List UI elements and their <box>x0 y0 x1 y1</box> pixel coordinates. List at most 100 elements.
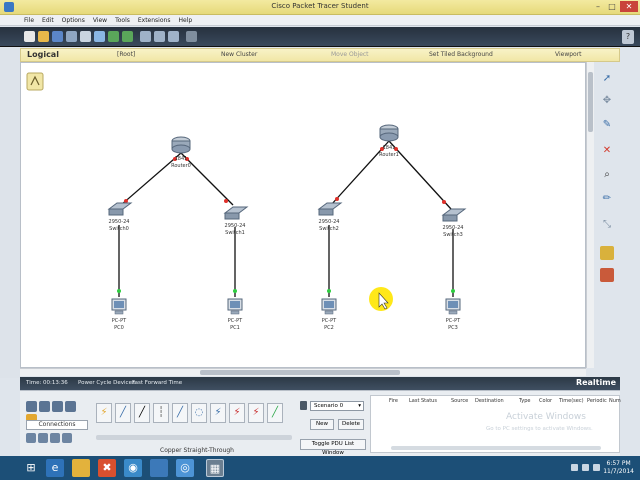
link-router0-switch0[interactable] <box>120 152 182 206</box>
info-icon[interactable]: ? <box>622 30 634 44</box>
chrome-icon[interactable]: ◎ <box>176 459 194 477</box>
resize-shape-icon[interactable]: ⤡ <box>600 218 614 232</box>
paste-icon[interactable] <box>108 31 119 42</box>
vertical-scroll-thumb[interactable] <box>588 72 593 132</box>
link-router1-switch2[interactable] <box>330 140 390 206</box>
menu-view[interactable]: View <box>93 15 107 25</box>
multiuser-category-icon[interactable] <box>62 433 72 443</box>
pc2-device[interactable]: PC-PT PC2 <box>321 298 337 331</box>
menu-edit[interactable]: Edit <box>42 15 54 25</box>
close-button[interactable]: ✕ <box>620 1 638 12</box>
delete-tool-icon[interactable]: ✕ <box>600 144 614 158</box>
activity-wizard-icon[interactable] <box>80 31 91 42</box>
switch0-device[interactable]: 2950-24 Switch0 <box>107 202 133 232</box>
print-icon[interactable] <box>66 31 77 42</box>
pdu-table-scrollbar[interactable] <box>391 446 601 450</box>
automatic-connection-icon[interactable]: ⚡ <box>96 403 112 423</box>
network-app-icon[interactable] <box>150 459 168 477</box>
place-note-icon[interactable]: ✎ <box>600 118 614 132</box>
cable-list-scrollbar[interactable] <box>96 435 292 440</box>
routers-category-icon[interactable] <box>26 401 37 412</box>
router1-device[interactable]: 1841 Router1 <box>379 124 399 158</box>
inspect-magnifier-icon[interactable]: ⌕ <box>600 168 614 182</box>
custom-devices-category-icon[interactable] <box>50 433 60 443</box>
workspace-horizontal-scrollbar[interactable] <box>20 368 586 376</box>
logical-mode-label[interactable]: Logical <box>27 50 59 59</box>
pc0-name-label: PC0 <box>114 325 124 331</box>
link-router0-switch1[interactable] <box>180 152 234 206</box>
new-cluster-button[interactable]: New Cluster <box>221 51 257 58</box>
menu-options[interactable]: Options <box>62 15 85 25</box>
menu-file[interactable]: File <box>24 15 34 25</box>
power-cycle-button[interactable]: Power Cycle Devices <box>78 380 135 386</box>
phone-cable-icon[interactable]: ◌ <box>191 403 207 423</box>
tray-flag-icon[interactable] <box>571 464 578 471</box>
undo-icon[interactable] <box>122 31 133 42</box>
serial-dce-cable-icon[interactable]: ⚡ <box>229 403 245 423</box>
new-file-icon[interactable] <box>24 31 35 42</box>
add-simple-pdu-icon[interactable] <box>600 246 614 260</box>
cluster-back-icon[interactable] <box>26 72 44 91</box>
scenario-select[interactable]: Scenario 0 ▾ <box>310 401 364 411</box>
browser-icon[interactable]: ◉ <box>124 459 142 477</box>
internet-explorer-icon[interactable]: e <box>46 459 64 477</box>
pc3-device[interactable]: PC-PT PC3 <box>445 298 461 331</box>
tray-network-icon[interactable] <box>582 464 589 471</box>
switch1-device[interactable]: 2950-24 Switch1 <box>223 206 249 236</box>
wan-emulation-category-icon[interactable] <box>38 433 48 443</box>
open-folder-icon[interactable] <box>38 31 49 42</box>
windows-start-icon[interactable]: ⊞ <box>22 459 40 477</box>
logical-workspace[interactable]: 1841 Router0 1841 Router1 2950-24 Switch… <box>20 62 586 368</box>
taskbar-clock[interactable]: 6:57 PM 11/7/2014 <box>603 460 634 476</box>
delete-scenario-button[interactable]: Delete <box>338 419 364 430</box>
viewport-button[interactable]: Viewport <box>555 51 582 58</box>
crossover-cable-icon[interactable]: ┆ <box>153 403 169 423</box>
draw-shape-icon[interactable]: ✏ <box>600 192 614 206</box>
hubs-category-icon[interactable] <box>52 401 63 412</box>
tray-volume-icon[interactable] <box>593 464 600 471</box>
menu-extensions[interactable]: Extensions <box>138 15 171 25</box>
add-complex-pdu-icon[interactable] <box>600 268 614 282</box>
coaxial-cable-icon[interactable]: ⚡ <box>210 403 226 423</box>
switch2-device[interactable]: 2950-24 Switch2 <box>317 202 343 232</box>
fiber-cable-icon[interactable]: ╱ <box>172 403 188 423</box>
toggle-pdu-list-button[interactable]: Toggle PDU List Window <box>300 439 366 456</box>
select-tool-icon[interactable]: ➚ <box>600 72 614 86</box>
move-layout-icon[interactable]: ✥ <box>600 94 614 108</box>
set-tiled-background-button[interactable]: Set Tiled Background <box>429 51 493 58</box>
time-status-bar: Time: 00:13:36 Power Cycle Devices Fast … <box>20 377 620 390</box>
new-scenario-button[interactable]: New <box>310 419 334 430</box>
menu-help[interactable]: Help <box>178 15 192 25</box>
cable-description-label: Copper Straight-Through <box>160 447 234 454</box>
switches-category-icon[interactable] <box>39 401 50 412</box>
root-button[interactable]: [Root] <box>117 51 135 58</box>
menu-tools[interactable]: Tools <box>115 15 130 25</box>
switch3-device[interactable]: 2950-24 Switch3 <box>441 208 467 238</box>
media-player-icon[interactable]: ✖ <box>98 459 116 477</box>
col-source: Source <box>451 398 469 404</box>
file-explorer-icon[interactable] <box>72 459 90 477</box>
copy-icon[interactable] <box>94 31 105 42</box>
pc0-device[interactable]: PC-PT PC0 <box>111 298 127 331</box>
router0-device[interactable]: 1841 Router0 <box>171 136 191 169</box>
workspace-vertical-scrollbar[interactable] <box>586 62 594 368</box>
console-cable-icon[interactable]: ╱ <box>115 403 131 423</box>
save-icon[interactable] <box>52 31 63 42</box>
zoom-out-icon[interactable] <box>168 31 179 42</box>
packet-tracer-taskbar-icon[interactable]: ▦ <box>206 459 224 477</box>
realtime-mode-tab[interactable]: Realtime <box>576 378 616 387</box>
maximize-button[interactable]: □ <box>606 1 618 12</box>
palette-icon[interactable] <box>186 31 197 42</box>
move-object-button[interactable]: Move Object <box>331 51 369 58</box>
end-devices-category-icon[interactable] <box>26 433 36 443</box>
wireless-category-icon[interactable] <box>65 401 76 412</box>
zoom-reset-icon[interactable] <box>154 31 165 42</box>
minimize-button[interactable]: – <box>592 1 604 12</box>
octal-cable-icon[interactable]: ╱ <box>267 403 283 423</box>
fast-forward-button[interactable]: Fast Forward Time <box>132 380 182 386</box>
pc1-device[interactable]: PC-PT PC1 <box>227 298 243 331</box>
serial-dte-cable-icon[interactable]: ⚡ <box>248 403 264 423</box>
straight-through-cable-icon[interactable]: ╱ <box>134 403 150 423</box>
horizontal-scroll-thumb[interactable] <box>200 370 400 375</box>
zoom-in-icon[interactable] <box>140 31 151 42</box>
